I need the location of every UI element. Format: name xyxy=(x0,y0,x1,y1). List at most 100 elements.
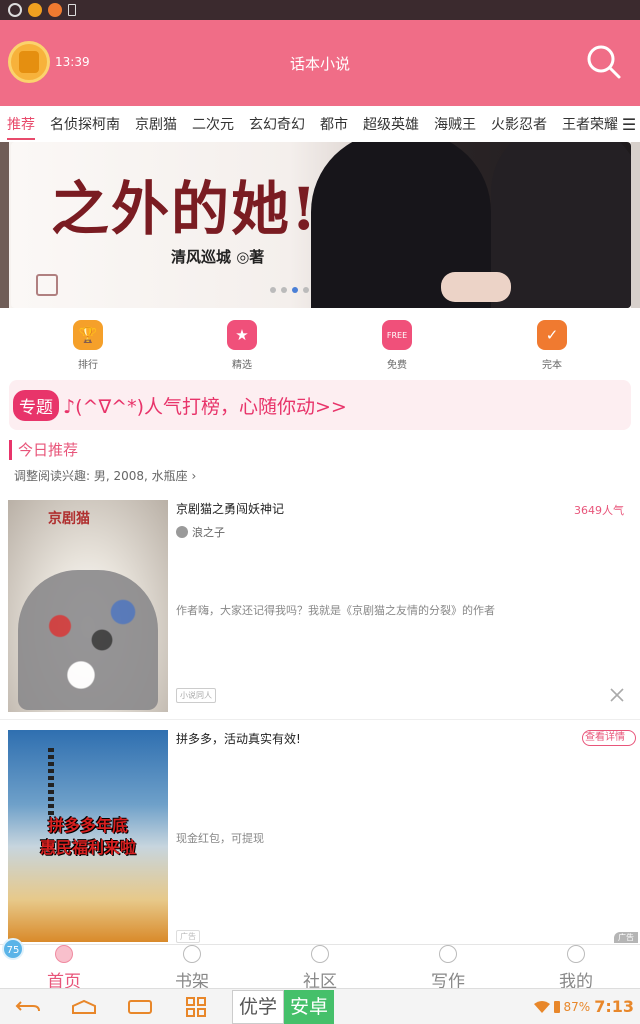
quick-label: 排行 xyxy=(78,360,98,371)
book-description: 作者嗨，大家还记得我吗？我就是《京剧猫之友情的分裂》的作者 xyxy=(176,604,495,617)
carousel-dot-active[interactable] xyxy=(292,287,298,293)
ad-description: 现金红包，可提现 xyxy=(176,832,264,845)
quick-featured[interactable]: ★ 精选 xyxy=(202,320,282,371)
sd-card-icon xyxy=(68,4,76,16)
grid-icon xyxy=(186,996,206,1017)
banner-figure xyxy=(491,142,631,308)
quick-label: 精选 xyxy=(232,360,252,371)
system-navigation-bar: 优学 安卓 87% 7:13 xyxy=(0,988,640,1024)
app-notification-icon xyxy=(28,3,42,17)
battery-level: 87% xyxy=(563,999,591,1014)
back-button[interactable] xyxy=(0,989,56,1024)
ad-corner-label: 广告 xyxy=(614,932,638,943)
menu-icon[interactable]: ☰ xyxy=(618,106,640,142)
tab-acg[interactable]: 二次元 xyxy=(192,108,234,140)
apps-grid-button[interactable] xyxy=(168,989,224,1024)
free-icon: FREE xyxy=(382,320,412,350)
nav-profile[interactable]: 我的 xyxy=(512,945,640,992)
banner-author: 清风巡城 ◎著 xyxy=(171,248,265,266)
quick-entries: 🏆 排行 ★ 精选 FREE 免费 ✓ 完本 xyxy=(0,320,640,376)
home-icon xyxy=(55,945,73,963)
author-name: 浪之子 xyxy=(192,526,225,539)
cover-vertical-text xyxy=(48,748,54,818)
sync-icon xyxy=(8,3,22,17)
app-header: 13:39 话本小说 xyxy=(0,20,640,106)
app-notification-icon xyxy=(48,3,62,17)
battery-icon xyxy=(553,1000,560,1013)
recent-apps-icon xyxy=(128,999,152,1014)
bottom-navigation: 首页 书架 社区 写作 我的 xyxy=(0,944,640,992)
bookshelf-icon xyxy=(183,945,201,963)
cover-title: 京剧猫 xyxy=(48,511,90,527)
tab-conan[interactable]: 名侦探柯南 xyxy=(50,108,120,140)
search-icon[interactable] xyxy=(585,43,623,81)
carousel-dot[interactable] xyxy=(270,287,276,293)
topic-banner[interactable]: 专题 ♪(^∇^*)人气打榜，心随你动>> xyxy=(9,380,631,430)
ad-tag: 广告 xyxy=(176,930,200,943)
back-icon xyxy=(15,1000,40,1011)
category-tabs: 推荐 名侦探柯南 京剧猫 二次元 玄幻奇幻 都市 超级英雄 海贼王 火影忍者 王… xyxy=(0,106,640,142)
trophy-icon: 🏆 xyxy=(73,320,103,350)
quick-free[interactable]: FREE 免费 xyxy=(357,320,437,371)
nav-community[interactable]: 社区 xyxy=(256,945,384,992)
quick-label: 免费 xyxy=(387,360,407,371)
community-icon xyxy=(311,945,329,963)
profile-icon xyxy=(567,945,585,963)
tab-superhero[interactable]: 超级英雄 xyxy=(363,108,419,140)
topic-text: ♪(^∇^*)人气打榜，心随你动>> xyxy=(63,395,347,418)
ad-card[interactable]: 拼多多年底 惠民福利来啦 拼多多，活动真实有效! 查看详情 现金红包，可提现 广… xyxy=(0,722,640,944)
ad-cover[interactable]: 拼多多年底 惠民福利来啦 xyxy=(8,730,168,942)
cover-headline: 拼多多年底 xyxy=(47,816,128,835)
reading-interest-link[interactable]: 调整阅读兴趣: 男, 2008, 水瓶座 › xyxy=(14,467,196,484)
view-details-button[interactable]: 查看详情 xyxy=(582,730,636,746)
system-clock: 7:13 xyxy=(594,997,634,1016)
status-bar xyxy=(0,0,640,20)
page-title: 话本小说 xyxy=(289,55,350,73)
book-card[interactable]: 京剧猫 京剧猫之勇闯妖神记 3649人气 浪之子 作者嗨，大家还记得我吗？我就是… xyxy=(0,490,640,720)
banner-image[interactable]: 之外的她! 清风巡城 ◎著 xyxy=(11,142,631,308)
carousel-indicator xyxy=(270,287,309,293)
topic-tag: 专题 xyxy=(13,389,59,421)
star-icon: ★ xyxy=(227,320,257,350)
quick-label: 完本 xyxy=(542,360,562,371)
author-avatar-icon xyxy=(176,526,188,538)
floating-badge[interactable]: 75 xyxy=(2,938,24,960)
nav-bookshelf[interactable]: 书架 xyxy=(128,945,256,992)
tab-recommend[interactable]: 推荐 xyxy=(7,108,35,140)
book-tag: 小说同人 xyxy=(176,688,216,703)
pen-icon xyxy=(439,945,457,963)
tab-honor-of-kings[interactable]: 王者荣耀 xyxy=(562,108,618,140)
section-title: 今日推荐 xyxy=(9,440,78,460)
tab-urban[interactable]: 都市 xyxy=(320,108,348,140)
banner-next-peek xyxy=(631,142,640,308)
tab-jingjumao[interactable]: 京剧猫 xyxy=(135,108,177,140)
cover-headline: 惠民福利来啦 xyxy=(39,838,136,857)
quick-ranking[interactable]: 🏆 排行 xyxy=(48,320,128,371)
ime-option[interactable]: 优学 xyxy=(232,989,285,1024)
tab-one-piece[interactable]: 海贼王 xyxy=(434,108,476,140)
ad-title: 拼多多，活动真实有效! xyxy=(176,732,301,746)
ime-option-active[interactable]: 安卓 xyxy=(284,989,335,1024)
input-method-switcher[interactable]: 优学 安卓 xyxy=(232,989,335,1024)
tab-naruto[interactable]: 火影忍者 xyxy=(491,108,547,140)
check-icon: ✓ xyxy=(537,320,567,350)
book-title: 京剧猫之勇闯妖神记 xyxy=(176,502,285,516)
carousel-dot[interactable] xyxy=(303,287,309,293)
home-button[interactable] xyxy=(56,989,112,1024)
tab-fantasy[interactable]: 玄幻奇幻 xyxy=(249,108,305,140)
banner-title: 之外的她! xyxy=(51,175,319,243)
home-system-icon xyxy=(72,999,96,1014)
nav-write[interactable]: 写作 xyxy=(384,945,512,992)
cover-illustration xyxy=(18,570,158,710)
banner-prev-peek xyxy=(0,142,9,308)
book-cover[interactable]: 京剧猫 xyxy=(8,500,168,712)
carousel-dot[interactable] xyxy=(281,287,287,293)
quick-completed[interactable]: ✓ 完本 xyxy=(512,320,592,371)
recent-apps-button[interactable] xyxy=(112,989,168,1024)
close-icon[interactable] xyxy=(608,686,626,704)
system-status: 87% 7:13 xyxy=(533,997,640,1016)
banner-figure xyxy=(441,272,511,302)
wifi-icon xyxy=(533,1000,550,1013)
book-popularity: 3649人气 xyxy=(574,504,624,517)
banner-carousel[interactable]: 之外的她! 清风巡城 ◎著 xyxy=(0,142,640,308)
